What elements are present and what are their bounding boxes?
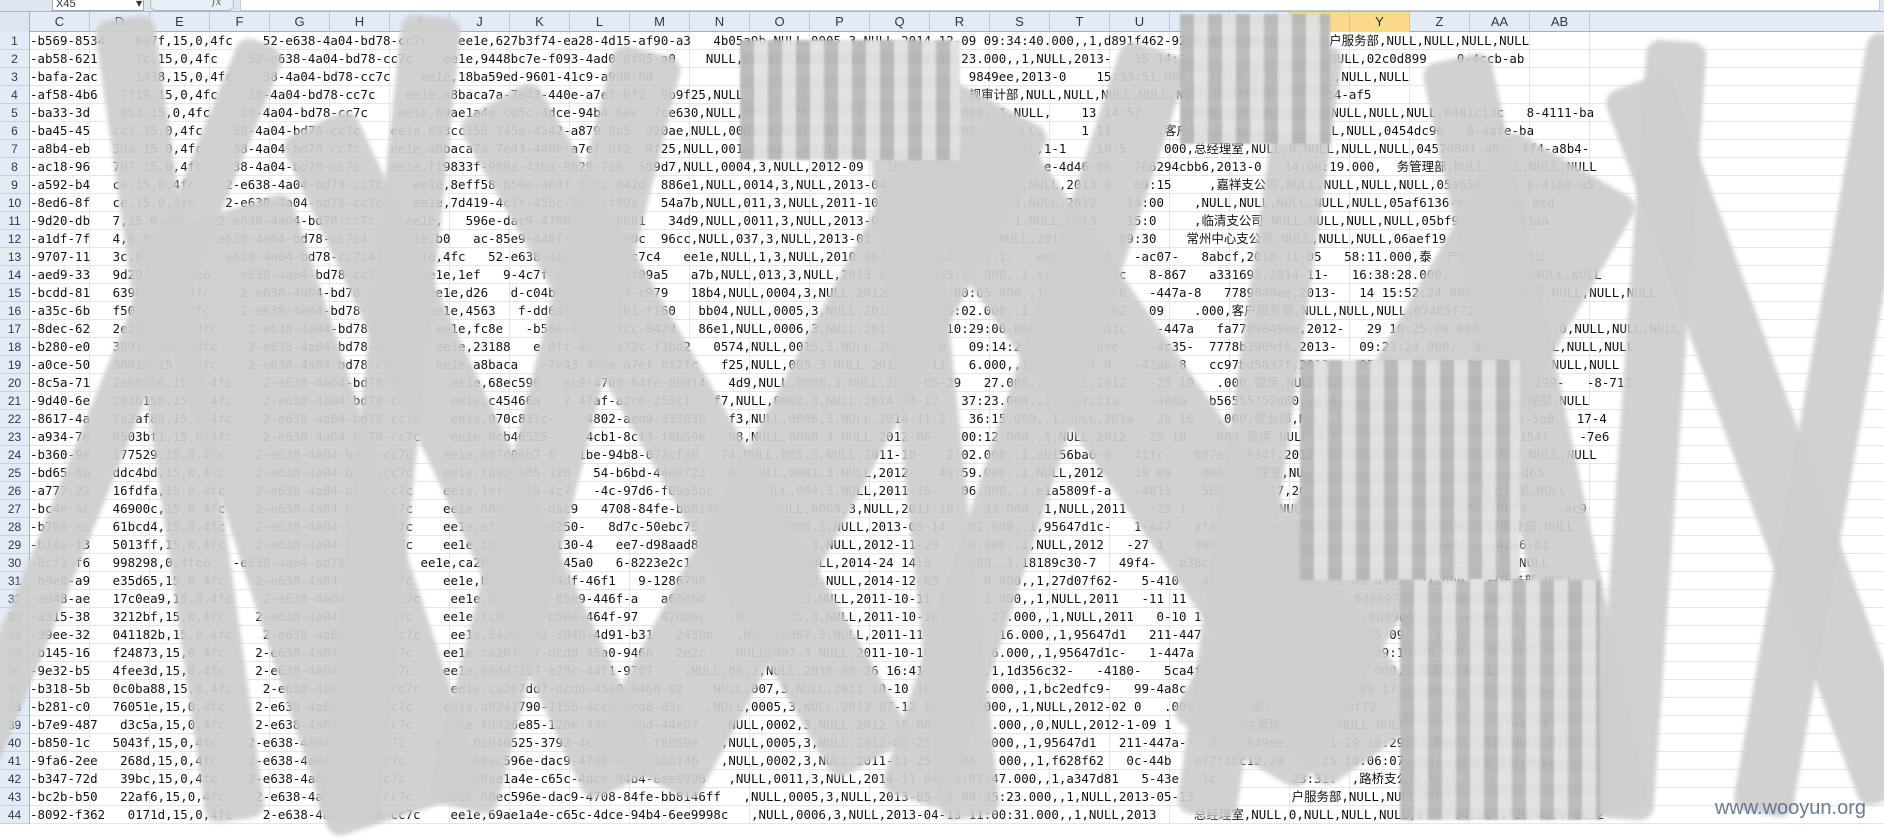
column-header-r[interactable]: R	[930, 12, 990, 32]
row-header[interactable]: 42	[0, 770, 29, 788]
row-header[interactable]: 23	[0, 428, 29, 446]
row-header[interactable]: 2	[0, 50, 29, 68]
formula-input[interactable]	[240, 0, 1880, 11]
row-header[interactable]: 41	[0, 752, 29, 770]
row-header[interactable]: 18	[0, 338, 29, 356]
column-header-f[interactable]: F	[210, 12, 270, 32]
column-header-aa[interactable]: AA	[1470, 12, 1530, 32]
column-header-g[interactable]: G	[270, 12, 330, 32]
column-header-bar: CDEFGHIJKLMNOPQRSTUVWXYZAAAB	[0, 12, 1884, 32]
row-header[interactable]: 26	[0, 482, 29, 500]
row-header[interactable]: 25	[0, 464, 29, 482]
row-header[interactable]: 5	[0, 104, 29, 122]
pixelation-block	[1180, 14, 1330, 144]
column-header-l[interactable]: L	[570, 12, 630, 32]
row-header[interactable]: 4	[0, 86, 29, 104]
row-header[interactable]: 43	[0, 788, 29, 806]
pixelation-block	[740, 40, 960, 160]
column-header-u[interactable]: U	[1110, 12, 1170, 32]
chevron-down-icon[interactable]: ▼	[136, 0, 142, 8]
function-button[interactable]	[150, 0, 234, 11]
row-header[interactable]: 3	[0, 68, 29, 86]
row-header[interactable]: 44	[0, 806, 29, 824]
pixelation-block	[1300, 360, 1520, 580]
row-header[interactable]: 20	[0, 374, 29, 392]
row-header[interactable]: 27	[0, 500, 29, 518]
column-header-h[interactable]: H	[330, 12, 390, 32]
watermark: www.wooyun.org	[1714, 797, 1866, 819]
column-header-t[interactable]: T	[1050, 12, 1110, 32]
select-all-corner[interactable]	[0, 12, 30, 32]
fx-icon[interactable]: fx	[212, 0, 221, 8]
column-header-n[interactable]: N	[690, 12, 750, 32]
row-header[interactable]: 22	[0, 410, 29, 428]
column-header-k[interactable]: K	[510, 12, 570, 32]
pixelation-block	[1400, 580, 1600, 820]
row-header[interactable]: 16	[0, 302, 29, 320]
row-header[interactable]: 14	[0, 266, 29, 284]
column-header-o[interactable]: O	[750, 12, 810, 32]
name-box[interactable]: X45	[52, 0, 144, 11]
row-header[interactable]: 15	[0, 284, 29, 302]
column-header-e[interactable]: E	[150, 12, 210, 32]
row-header[interactable]: 11	[0, 212, 29, 230]
row-header[interactable]: 24	[0, 446, 29, 464]
row-header[interactable]: 1	[0, 32, 29, 50]
row-header[interactable]: 7	[0, 140, 29, 158]
row-header[interactable]: 28	[0, 518, 29, 536]
row-header[interactable]: 17	[0, 320, 29, 338]
column-header-q[interactable]: Q	[870, 12, 930, 32]
column-header-p[interactable]: P	[810, 12, 870, 32]
row-header[interactable]: 6	[0, 122, 29, 140]
column-header-m[interactable]: M	[630, 12, 690, 32]
row-header[interactable]: 13	[0, 248, 29, 266]
row-header[interactable]: 12	[0, 230, 29, 248]
row-header[interactable]: 19	[0, 356, 29, 374]
row-header[interactable]: 9	[0, 176, 29, 194]
column-header-c[interactable]: C	[30, 12, 90, 32]
column-header-z[interactable]: Z	[1410, 12, 1470, 32]
row-header[interactable]: 8	[0, 158, 29, 176]
row-header[interactable]: 10	[0, 194, 29, 212]
column-header-s[interactable]: S	[990, 12, 1050, 32]
formula-bar: X45 ▼ fx	[0, 0, 1884, 12]
column-header-y[interactable]: Y	[1350, 12, 1410, 32]
column-header-ab[interactable]: AB	[1530, 12, 1590, 32]
row-header[interactable]: 21	[0, 392, 29, 410]
row-header[interactable]: 29	[0, 536, 29, 554]
